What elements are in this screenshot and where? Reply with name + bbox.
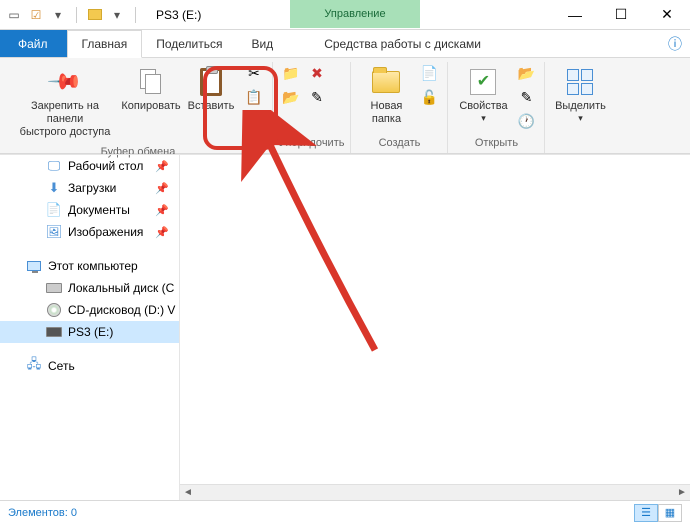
select-button[interactable]: Выделить ▾	[551, 62, 609, 128]
nav-this-pc[interactable]: Этот компьютер	[0, 255, 179, 277]
tab-share[interactable]: Поделиться	[142, 30, 237, 57]
documents-icon: 📄	[46, 202, 62, 218]
new-folder-button[interactable]: Новая папка	[357, 62, 415, 130]
properties-label: Свойства	[459, 100, 507, 113]
nav-pictures[interactable]: 🖼 Изображения 📌	[0, 221, 179, 243]
network-icon: 🖧	[26, 358, 42, 374]
rename-icon[interactable]: ✎	[305, 86, 329, 108]
copy-button[interactable]: Копировать	[122, 62, 180, 117]
close-button[interactable]: ✕	[644, 0, 690, 30]
group-create-label: Создать	[357, 135, 441, 153]
navigation-pane[interactable]: 🖵 Рабочий стол 📌 ⬇ Загрузки 📌 📄 Документ…	[0, 155, 180, 500]
minimize-button[interactable]: ―	[552, 0, 598, 30]
move-to-icon[interactable]: 📁	[279, 62, 303, 84]
pin-icon[interactable]: 📌	[155, 160, 169, 173]
scroll-right-icon[interactable]: ►	[674, 487, 690, 498]
nav-ps3-drive[interactable]: PS3 (E:)	[0, 321, 179, 343]
delete-icon[interactable]: ✖	[305, 62, 329, 84]
nav-desktop[interactable]: 🖵 Рабочий стол 📌	[0, 155, 179, 177]
status-bar: Элементов: 0 ☰ ▦	[0, 500, 690, 524]
group-open-label: Открыть	[454, 135, 538, 153]
qat-dropdown-icon[interactable]: ▾	[50, 7, 66, 23]
tab-file[interactable]: Файл	[0, 30, 67, 57]
new-folder-l2: папка	[372, 113, 401, 126]
folder-icon	[87, 7, 103, 23]
group-organize: 📁 📂 ✖ ✎ Упорядочить	[273, 62, 351, 153]
new-qat-icon[interactable]: ☑	[28, 7, 44, 23]
desktop-icon: 🖵	[46, 158, 62, 174]
downloads-icon: ⬇	[46, 180, 62, 196]
help-button[interactable]: ⓘ	[660, 30, 690, 57]
open-icon[interactable]: 📂	[514, 62, 538, 84]
pin-quick-access-button[interactable]: 📌 Закрепить на панели быстрого доступа	[10, 62, 120, 144]
easy-access-icon[interactable]: 🔓	[417, 86, 441, 108]
paste-button[interactable]: Вставить	[182, 62, 240, 117]
cut-icon[interactable]: ✂	[242, 62, 266, 84]
pin-label-1: Закрепить на панели	[12, 100, 118, 126]
monitor-icon	[26, 258, 42, 274]
select-label: Выделить	[555, 100, 606, 113]
pin-label-2: быстрого доступа	[20, 126, 111, 139]
paste-shortcut-icon[interactable]: 🔗	[242, 110, 266, 132]
group-open: ✔ Свойства ▾ 📂 ✎ 🕐 Открыть	[448, 62, 545, 153]
group-create: Новая папка 📄 🔓 Создать	[351, 62, 448, 153]
group-clipboard: 📌 Закрепить на панели быстрого доступа К…	[4, 62, 273, 153]
horizontal-scrollbar[interactable]: ◄ ►	[180, 484, 690, 500]
pin-icon[interactable]: 📌	[155, 204, 169, 217]
file-list-pane[interactable]: ◄ ►	[180, 155, 690, 500]
nav-documents[interactable]: 📄 Документы 📌	[0, 199, 179, 221]
pictures-icon: 🖼	[46, 224, 62, 240]
properties-button[interactable]: ✔ Свойства ▾	[454, 62, 512, 128]
group-select: Выделить ▾	[545, 62, 615, 153]
status-item-count: Элементов: 0	[8, 507, 77, 519]
content-area: 🖵 Рабочий стол 📌 ⬇ Загрузки 📌 📄 Документ…	[0, 154, 690, 500]
nav-cd-drive[interactable]: CD-дисковод (D:) V	[0, 299, 179, 321]
nav-downloads[interactable]: ⬇ Загрузки 📌	[0, 177, 179, 199]
history-icon[interactable]: 🕐	[514, 110, 538, 132]
scroll-left-icon[interactable]: ◄	[180, 487, 196, 498]
window-title: PS3 (E:)	[156, 8, 201, 22]
pin-icon[interactable]: 📌	[155, 182, 169, 195]
tab-view[interactable]: Вид	[237, 30, 288, 57]
maximize-button[interactable]: ☐	[598, 0, 644, 30]
drive-icon	[46, 280, 62, 296]
view-icons-button[interactable]: ▦	[658, 504, 682, 522]
nav-network[interactable]: 🖧 Сеть	[0, 355, 179, 377]
copy-label: Копировать	[121, 100, 180, 113]
clipboard-small-buttons: ✂ 📋 🔗	[242, 62, 266, 132]
properties-qat-icon[interactable]: ▭	[6, 7, 22, 23]
ribbon: 📌 Закрепить на панели быстрого доступа К…	[0, 58, 690, 154]
tab-drive-tools[interactable]: Средства работы с дисками	[310, 30, 496, 57]
copy-to-icon[interactable]: 📂	[279, 86, 303, 108]
new-folder-l1: Новая	[371, 100, 403, 113]
pin-icon[interactable]: 📌	[155, 226, 169, 239]
tab-home[interactable]: Главная	[67, 30, 143, 58]
drive-icon	[46, 324, 62, 340]
new-item-icon[interactable]: 📄	[417, 62, 441, 84]
paste-label: Вставить	[188, 100, 235, 113]
cd-icon	[46, 302, 62, 318]
group-organize-label: Упорядочить	[279, 135, 344, 153]
title-dropdown-icon[interactable]: ▾	[109, 7, 125, 23]
edit-icon[interactable]: ✎	[514, 86, 538, 108]
ribbon-tabs: Файл Главная Поделиться Вид Средства раб…	[0, 30, 690, 58]
view-details-button[interactable]: ☰	[634, 504, 658, 522]
nav-local-disk[interactable]: Локальный диск (C	[0, 277, 179, 299]
copy-path-icon[interactable]: 📋	[242, 86, 266, 108]
context-tab-header: Управление	[290, 0, 420, 28]
